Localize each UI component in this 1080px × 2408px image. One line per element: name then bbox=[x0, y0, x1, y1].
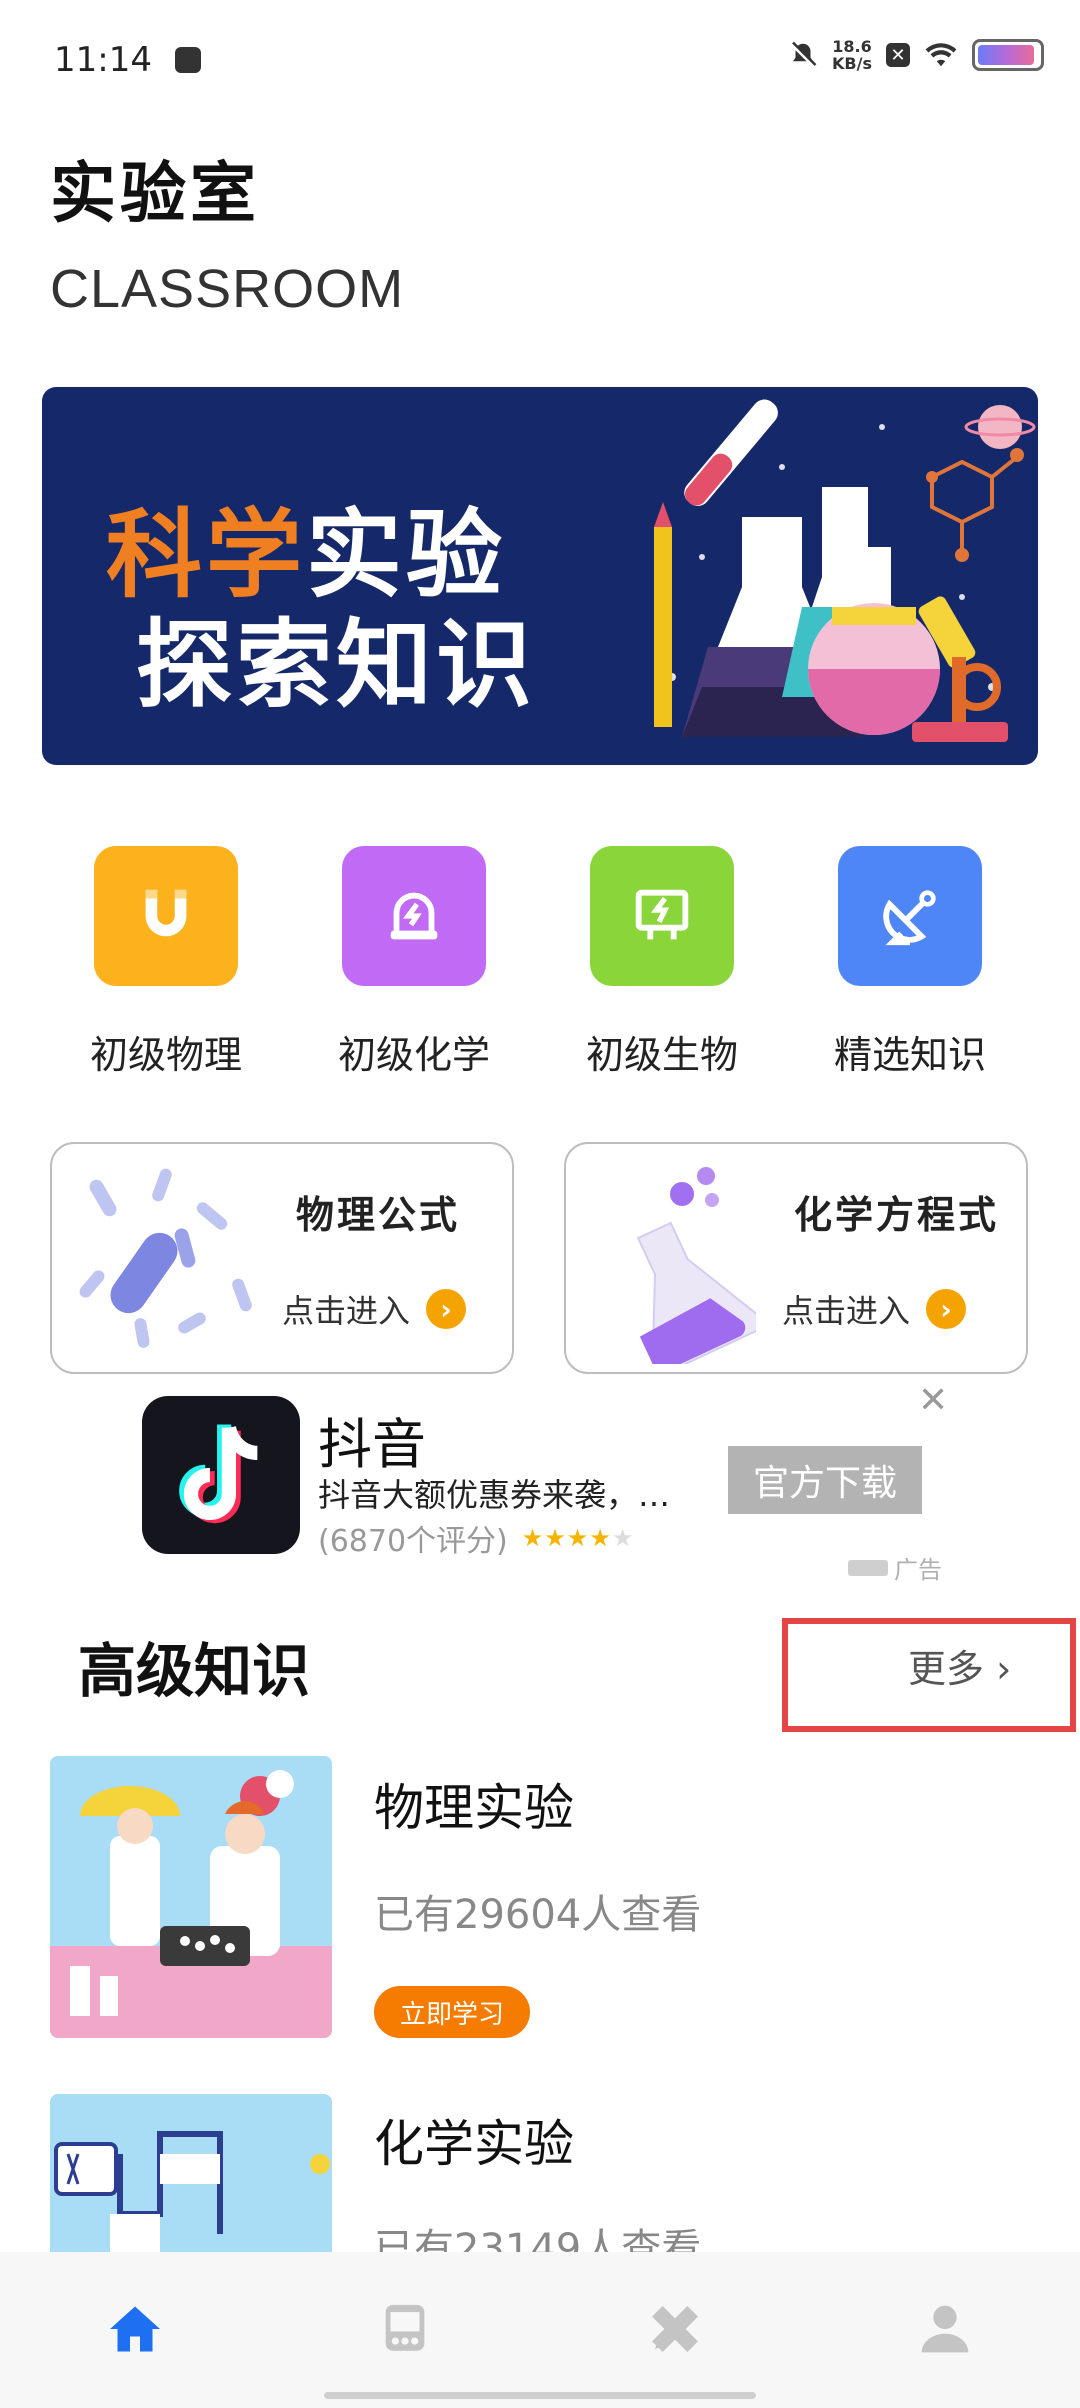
rating-stars: ★★★★★ bbox=[521, 1524, 635, 1552]
nav-home[interactable] bbox=[100, 2294, 170, 2364]
nav-bus[interactable] bbox=[370, 2294, 440, 2364]
category-label: 初级生物 bbox=[585, 1033, 738, 1077]
chevron-right-icon: › bbox=[426, 1289, 467, 1329]
home-icon bbox=[110, 2306, 160, 2352]
nav-profile[interactable] bbox=[910, 2294, 980, 2364]
chemistry-experiment-thumbnail[interactable] bbox=[50, 2094, 332, 2252]
alarm-light-icon bbox=[342, 846, 486, 986]
ad-rating: (6870个评分) ★★★★★ bbox=[318, 1524, 635, 1559]
study-now-button[interactable]: 立即学习 bbox=[374, 1986, 530, 2038]
network-speed: 18.6 KB/s bbox=[832, 37, 872, 73]
ad-close-icon[interactable]: ✕ bbox=[918, 1380, 948, 1421]
message-notification-icon bbox=[174, 47, 201, 73]
list-item-views: 已有23149人查看 bbox=[374, 2226, 702, 2252]
card-title: 物理公式 bbox=[296, 1193, 461, 1237]
molecules-illustration bbox=[79, 1168, 252, 1348]
lab-flasks-illustration bbox=[654, 399, 1036, 742]
category-physics[interactable]: 初级物理 bbox=[86, 846, 246, 1079]
highlight-box bbox=[782, 1618, 1076, 1732]
ad-description: 抖音大额优惠券来袭，… bbox=[318, 1476, 671, 1514]
ad-logo-icon bbox=[848, 1559, 888, 1576]
physics-experiment-thumbnail[interactable] bbox=[50, 1756, 332, 2038]
douyin-app-icon[interactable] bbox=[142, 1396, 300, 1554]
battery-icon bbox=[972, 39, 1044, 71]
card-enter-link[interactable]: 点击进入 › bbox=[282, 1286, 467, 1332]
chevron-right-icon: › bbox=[926, 1289, 967, 1329]
board-icon bbox=[590, 846, 734, 986]
ad-download-button[interactable]: 官方下载 bbox=[728, 1446, 922, 1514]
wifi-icon bbox=[925, 43, 957, 67]
category-label: 初级物理 bbox=[89, 1033, 242, 1077]
page-subtitle: CLASSROOM bbox=[50, 259, 405, 319]
user-icon bbox=[921, 2305, 969, 2353]
page-title: 实验室 bbox=[50, 155, 260, 232]
card-title: 化学方程式 bbox=[794, 1193, 1000, 1237]
list-item-views: 已有29604人查看 bbox=[374, 1892, 702, 1938]
category-label: 精选知识 bbox=[833, 1033, 986, 1077]
section-title: 高级知识 bbox=[78, 1637, 311, 1705]
magnet-icon bbox=[94, 846, 238, 986]
category-chemistry[interactable]: 初级化学 bbox=[334, 846, 494, 1079]
card-enter-link[interactable]: 点击进入 › bbox=[782, 1286, 967, 1332]
banner[interactable]: 科学实验 探索知识 bbox=[42, 387, 1038, 765]
category-biology[interactable]: 初级生物 bbox=[582, 846, 742, 1079]
home-indicator bbox=[324, 2392, 756, 2399]
status-icons: 18.6 KB/s ✕ bbox=[788, 38, 1044, 72]
satellite-dish-icon bbox=[838, 846, 982, 986]
list-item-title[interactable]: 化学实验 bbox=[374, 2104, 574, 2176]
ad-app-name: 抖音 bbox=[318, 1413, 426, 1476]
status-time: 11:14 bbox=[54, 40, 201, 80]
category-label: 初级化学 bbox=[337, 1033, 490, 1077]
banner-line2: 探索知识 bbox=[136, 609, 536, 721]
flask-illustration bbox=[636, 1167, 756, 1364]
card-physics-formulas[interactable]: 物理公式 点击进入 › bbox=[50, 1142, 514, 1374]
category-selected-knowledge[interactable]: 精选知识 bbox=[830, 846, 990, 1079]
bus-icon bbox=[385, 2304, 425, 2351]
ad-tag: 广告 bbox=[848, 1550, 942, 1585]
nav-tools[interactable] bbox=[640, 2294, 710, 2364]
card-chemical-equations[interactable]: 化学方程式 点击进入 › bbox=[564, 1142, 1028, 1374]
list-item-title[interactable]: 物理实验 bbox=[374, 1768, 574, 1840]
sim-disabled-icon: ✕ bbox=[886, 43, 910, 67]
pencil-ruler-icon bbox=[652, 2306, 698, 2352]
bell-mute-icon bbox=[790, 41, 817, 68]
